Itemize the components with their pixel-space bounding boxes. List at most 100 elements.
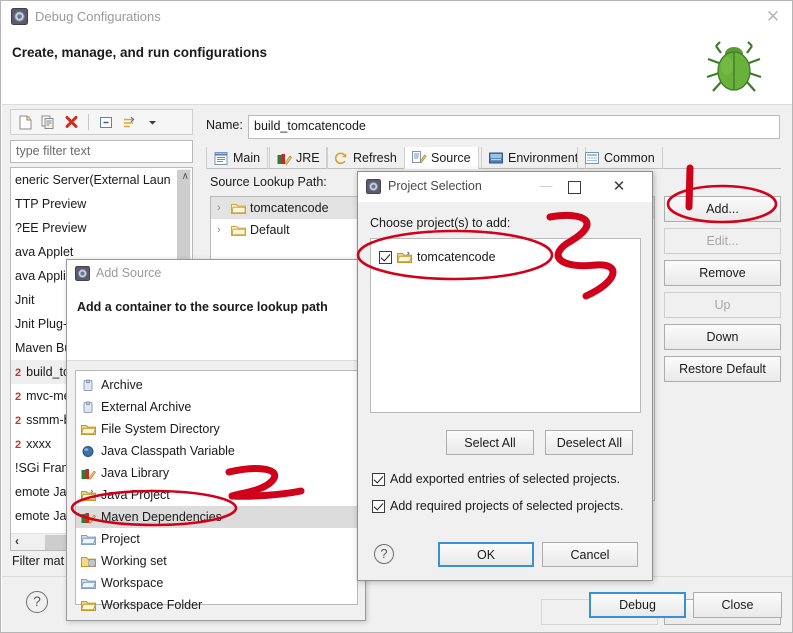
minimize-button[interactable]: — (533, 178, 559, 196)
add-source-titlebar: Add Source (67, 260, 365, 288)
ok-button[interactable]: OK (438, 542, 534, 567)
tab-label: Common (604, 151, 655, 165)
green-bug-icon (703, 37, 765, 99)
new-launch-configuration-icon[interactable] (15, 112, 35, 132)
list-item[interactable]: Java Library (76, 462, 357, 484)
close-icon[interactable]: ✕ (608, 177, 630, 197)
folder-icon (231, 203, 246, 214)
sidebar-item-label: emote Ja (15, 509, 67, 523)
sidebar-item-label: !SGi Fram (15, 461, 72, 475)
list-item-label: External Archive (101, 400, 192, 414)
sidebar-item-label: ava Applet (15, 245, 74, 259)
down-button[interactable]: Down (664, 324, 781, 350)
eclipse-debug-icon (11, 8, 28, 25)
tab-label: Source (431, 150, 471, 165)
name-input[interactable]: build_tomcatencode (248, 115, 780, 139)
add-required-projects-checkbox[interactable]: Add required projects of selected projec… (372, 499, 623, 513)
tab-common[interactable]: Common (577, 147, 663, 169)
list-item[interactable]: Java Classpath Variable (76, 440, 357, 462)
tab-source[interactable]: Source (404, 147, 479, 169)
tab-main[interactable]: Main (206, 147, 269, 169)
sidebar-item-label: TTP Preview (15, 197, 87, 211)
tab-jre[interactable]: JRE (269, 147, 328, 169)
list-item-label: File System Directory (101, 422, 220, 436)
checkbox-label: Add required projects of selected projec… (390, 499, 624, 513)
help-button[interactable]: ? (26, 591, 48, 613)
add-source-dialog: Add Source Add a container to the source… (66, 259, 366, 621)
remove-button[interactable]: Remove (664, 260, 781, 286)
list-item-label: Workspace (101, 576, 164, 590)
scrollbar-thumb[interactable] (177, 170, 190, 270)
sidebar-item-label: mvc-me (26, 389, 71, 403)
name-row: Name: build_tomcatencode (202, 115, 787, 139)
deselect-all-button[interactable]: Deselect All (545, 430, 634, 455)
tab-environment[interactable]: Environment (481, 147, 587, 169)
name-label: Name: (206, 118, 243, 132)
project-list-item[interactable]: tomcatencode (371, 246, 640, 268)
sidebar-item-badge: 2 (15, 367, 22, 379)
eclipse-debug-icon (366, 179, 381, 194)
add-source-type-list[interactable]: Archive External Archive File System Dir… (75, 370, 358, 612)
scroll-left-icon[interactable]: ‹ (15, 534, 19, 548)
archive-icon (83, 401, 93, 413)
list-item[interactable]: Archive (76, 374, 357, 396)
list-item[interactable]: Workspace (76, 572, 357, 594)
debug-button[interactable]: Debug (589, 592, 686, 618)
project-checkbox[interactable] (379, 250, 392, 264)
add-source-banner: Add a container to the source lookup pat… (67, 288, 365, 361)
checkbox[interactable] (372, 472, 385, 486)
sidebar-item-label: build_to (26, 365, 70, 379)
restore-default-button[interactable]: Restore Default (664, 356, 781, 382)
list-item-label: Workspace Folder (101, 598, 203, 612)
list-item[interactable]: Workspace Folder (76, 594, 357, 616)
edit-button: Edit... (664, 228, 781, 254)
sidebar-toolbar (10, 109, 193, 135)
window-close-button[interactable]: ✕ (762, 7, 784, 27)
filter-input[interactable]: type filter text (10, 140, 193, 163)
expander-icon[interactable]: › (217, 219, 227, 241)
tab-refresh[interactable]: Refresh (326, 147, 405, 169)
checkbox[interactable] (372, 499, 385, 513)
cancel-button[interactable]: Cancel (542, 542, 638, 567)
tab-bar: Main JRE Refresh Source Environment Comm… (206, 147, 781, 169)
sidebar-item-label: emote Ja (15, 485, 67, 499)
help-button[interactable]: ? (374, 544, 394, 564)
list-item[interactable]: ?EE Preview (11, 216, 192, 240)
select-all-button[interactable]: Select All (446, 430, 534, 455)
sidebar-item-badge: 2 (15, 391, 22, 403)
delete-icon[interactable] (61, 112, 81, 132)
duplicate-icon[interactable] (38, 112, 58, 132)
common-icon (585, 151, 599, 164)
scroll-up-icon[interactable]: ∧ (182, 171, 189, 182)
sidebar-item-label: Jnit (15, 293, 35, 307)
list-item[interactable]: Project (76, 528, 357, 550)
chevron-down-icon[interactable] (142, 112, 162, 132)
list-item[interactable]: External Archive (76, 396, 357, 418)
add-exported-entries-checkbox[interactable]: Add exported entries of selected project… (372, 472, 620, 486)
tab-label: Environment (508, 151, 579, 165)
close-button[interactable]: Close (693, 592, 782, 618)
debug-configurations-window: Debug Configurations ✕ Create, manage, a… (0, 0, 793, 633)
list-item[interactable]: File System Directory (76, 418, 357, 440)
tab-label: Refresh (353, 151, 397, 165)
expander-icon[interactable]: › (217, 197, 227, 219)
collapse-all-icon[interactable] (96, 112, 116, 132)
tree-row-label: Default (250, 223, 290, 237)
maximize-button[interactable] (568, 181, 581, 194)
list-item-label: Java Classpath Variable (101, 444, 235, 458)
list-item-maven-dependencies[interactable]: Maven Dependencies (76, 506, 357, 528)
list-item-label: Java Project (101, 488, 170, 502)
page-banner: Create, manage, and run configurations (2, 33, 792, 105)
list-item[interactable]: Java Project (76, 484, 357, 506)
checkbox-label: Add exported entries of selected project… (390, 472, 620, 486)
tab-label: Main (233, 151, 261, 165)
java-project-folder-icon (81, 489, 96, 501)
list-item[interactable]: eneric Server(External Laun (11, 168, 192, 192)
project-selection-title: Project Selection (388, 179, 482, 193)
project-list[interactable]: tomcatencode (370, 238, 641, 413)
list-item[interactable]: TTP Preview (11, 192, 192, 216)
list-item[interactable]: Working set (76, 550, 357, 572)
filter-icon[interactable] (119, 112, 139, 132)
add-button[interactable]: Add... (664, 196, 781, 222)
list-item-label: Working set (101, 554, 167, 568)
